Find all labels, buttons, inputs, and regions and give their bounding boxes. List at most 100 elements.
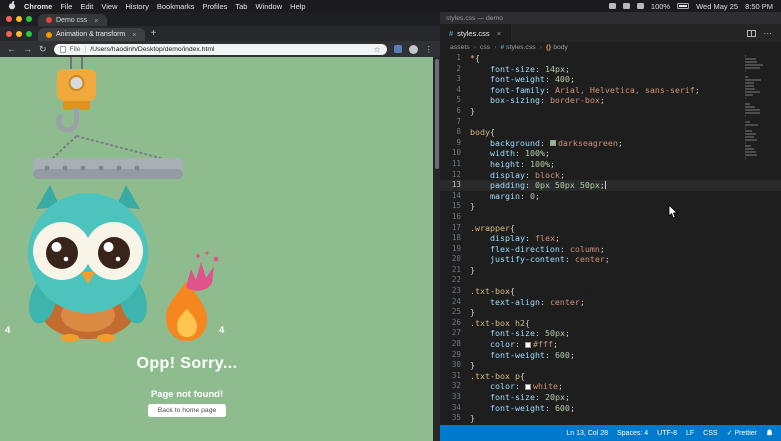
code-line-20[interactable]: 20 justify-content: center; [440, 254, 781, 265]
code-token[interactable]: : [515, 339, 525, 349]
split-editor-icon[interactable] [747, 30, 756, 37]
breadcrumb-body[interactable]: {}body [546, 44, 568, 51]
code-token[interactable] [470, 180, 490, 190]
code-token[interactable]: ; [555, 233, 560, 243]
code-token[interactable]: : [515, 148, 525, 158]
breadcrumb-styles-css[interactable]: #styles.css [500, 44, 535, 51]
menu-history[interactable]: History [126, 2, 149, 11]
code-token[interactable]: : [525, 233, 535, 243]
status-encoding[interactable]: UTF-8 [657, 430, 677, 437]
status-formatter[interactable]: ✓ Prettier [727, 429, 757, 437]
menu-chrome[interactable]: Chrome [24, 2, 52, 11]
code-token[interactable]: { [510, 286, 515, 296]
code-token[interactable]: ; [570, 350, 575, 360]
code-token[interactable]: 100% [530, 159, 550, 169]
code-token[interactable]: center [575, 254, 605, 264]
code-token[interactable]: : [520, 191, 530, 201]
code-token[interactable]: 50px [545, 328, 565, 338]
back-to-home-button[interactable]: Back to home page [148, 404, 226, 417]
menubar-clock[interactable]: 8:50 PM [745, 2, 773, 11]
reload-icon[interactable]: ↻ [39, 45, 47, 54]
code-line-14[interactable]: 14 margin: 0; [440, 191, 781, 202]
code-text[interactable]: justify-content: center; [470, 254, 610, 265]
code-token[interactable]: ; [695, 85, 700, 95]
notifications-bell-icon[interactable] [766, 429, 773, 437]
apple-menu-icon[interactable] [8, 1, 16, 12]
code-text[interactable]: } [470, 307, 475, 318]
code-token[interactable]: font-family [490, 85, 545, 95]
code-token[interactable]: .wrapper [470, 223, 510, 233]
code-token[interactable]: : [545, 403, 555, 413]
code-text[interactable]: color: white; [470, 381, 563, 392]
code-line-1[interactable]: 1*{ [440, 53, 781, 64]
code-line-8[interactable]: 8body{ [440, 127, 781, 138]
code-text[interactable]: font-weight: 600; [470, 403, 575, 414]
battery-icon[interactable] [677, 3, 689, 9]
code-token[interactable]: : [535, 64, 545, 74]
code-token[interactable]: 0px 50px 50px [535, 180, 600, 190]
close-tab-icon[interactable]: × [497, 29, 501, 38]
code-token[interactable] [470, 159, 490, 169]
menubar-date[interactable]: Wed May 25 [696, 2, 738, 11]
status-line-col[interactable]: Ln 13, Col 28 [566, 430, 608, 437]
code-token[interactable] [470, 170, 490, 180]
code-token[interactable]: : [525, 180, 535, 190]
code-line-24[interactable]: 24 text-align: center; [440, 297, 781, 308]
code-token[interactable]: block [535, 170, 560, 180]
code-token[interactable] [470, 233, 490, 243]
code-line-11[interactable]: 11 height: 100%; [440, 159, 781, 170]
code-token[interactable]: { [475, 53, 480, 63]
code-text[interactable]: font-family: Arial, Helvetica, sans-seri… [470, 85, 700, 96]
code-text[interactable]: font-size: 20px; [470, 392, 570, 403]
code-line-29[interactable]: 29 font-weight: 600; [440, 350, 781, 361]
code-token[interactable]: : [540, 138, 550, 148]
code-text[interactable]: font-size: 14px; [470, 64, 570, 75]
code-token[interactable] [470, 339, 490, 349]
code-token[interactable]: text-align [490, 297, 540, 307]
tab-animation-transform[interactable]: Animation & transform × [38, 28, 145, 41]
code-line-35[interactable]: 35} [440, 413, 781, 424]
code-token[interactable]: height [490, 159, 520, 169]
tab-demo-css[interactable]: Demo css × [38, 14, 107, 26]
minimize-window-button[interactable] [16, 16, 22, 22]
code-token[interactable]: ; [550, 159, 555, 169]
code-token[interactable]: font-weight [490, 74, 545, 84]
address-bar[interactable]: File | /Users/haodinh/Desktop/demo/index… [54, 44, 387, 55]
code-token[interactable]: column [570, 244, 600, 254]
code-line-32[interactable]: 32 color: white; [440, 381, 781, 392]
code-token[interactable]: .txt-box h2 [470, 318, 525, 328]
code-token[interactable] [470, 148, 490, 158]
code-text[interactable]: display: block; [470, 170, 565, 181]
code-token[interactable]: : [540, 95, 550, 105]
tab-styles-css[interactable]: # styles.css × [440, 24, 511, 42]
code-token[interactable]: display [490, 233, 525, 243]
code-token[interactable]: 100% [525, 148, 545, 158]
code-token[interactable]: font-weight [490, 403, 545, 413]
new-tab-button[interactable]: + [151, 28, 157, 39]
code-line-10[interactable]: 10 width: 100%; [440, 148, 781, 159]
code-text[interactable]: } [470, 360, 475, 371]
code-token[interactable]: width [490, 148, 515, 158]
code-token[interactable]: ; [560, 170, 565, 180]
code-token[interactable]: : [545, 85, 555, 95]
code-line-19[interactable]: 19 flex-direction: column; [440, 244, 781, 255]
code-token[interactable]: ; [553, 339, 558, 349]
code-token[interactable]: } [470, 360, 475, 370]
code-token[interactable] [470, 95, 490, 105]
code-token[interactable]: ; [535, 191, 540, 201]
code-token[interactable] [470, 64, 490, 74]
code-token[interactable]: ; [558, 381, 563, 391]
code-token[interactable]: #fff [533, 339, 553, 349]
code-token[interactable]: : [515, 381, 525, 391]
code-token[interactable]: ; [605, 254, 610, 264]
code-token[interactable] [470, 74, 490, 84]
code-text[interactable]: .txt-box h2{ [470, 318, 530, 329]
code-text[interactable]: height: 100%; [470, 159, 555, 170]
code-token[interactable]: : [545, 74, 555, 84]
code-line-31[interactable]: 31.txt-box p{ [440, 371, 781, 382]
menu-bookmarks[interactable]: Bookmarks [157, 2, 195, 11]
code-line-21[interactable]: 21} [440, 265, 781, 276]
code-token[interactable]: color [490, 339, 515, 349]
menu-edit[interactable]: Edit [80, 2, 93, 11]
close-tab-icon[interactable]: × [94, 16, 98, 25]
